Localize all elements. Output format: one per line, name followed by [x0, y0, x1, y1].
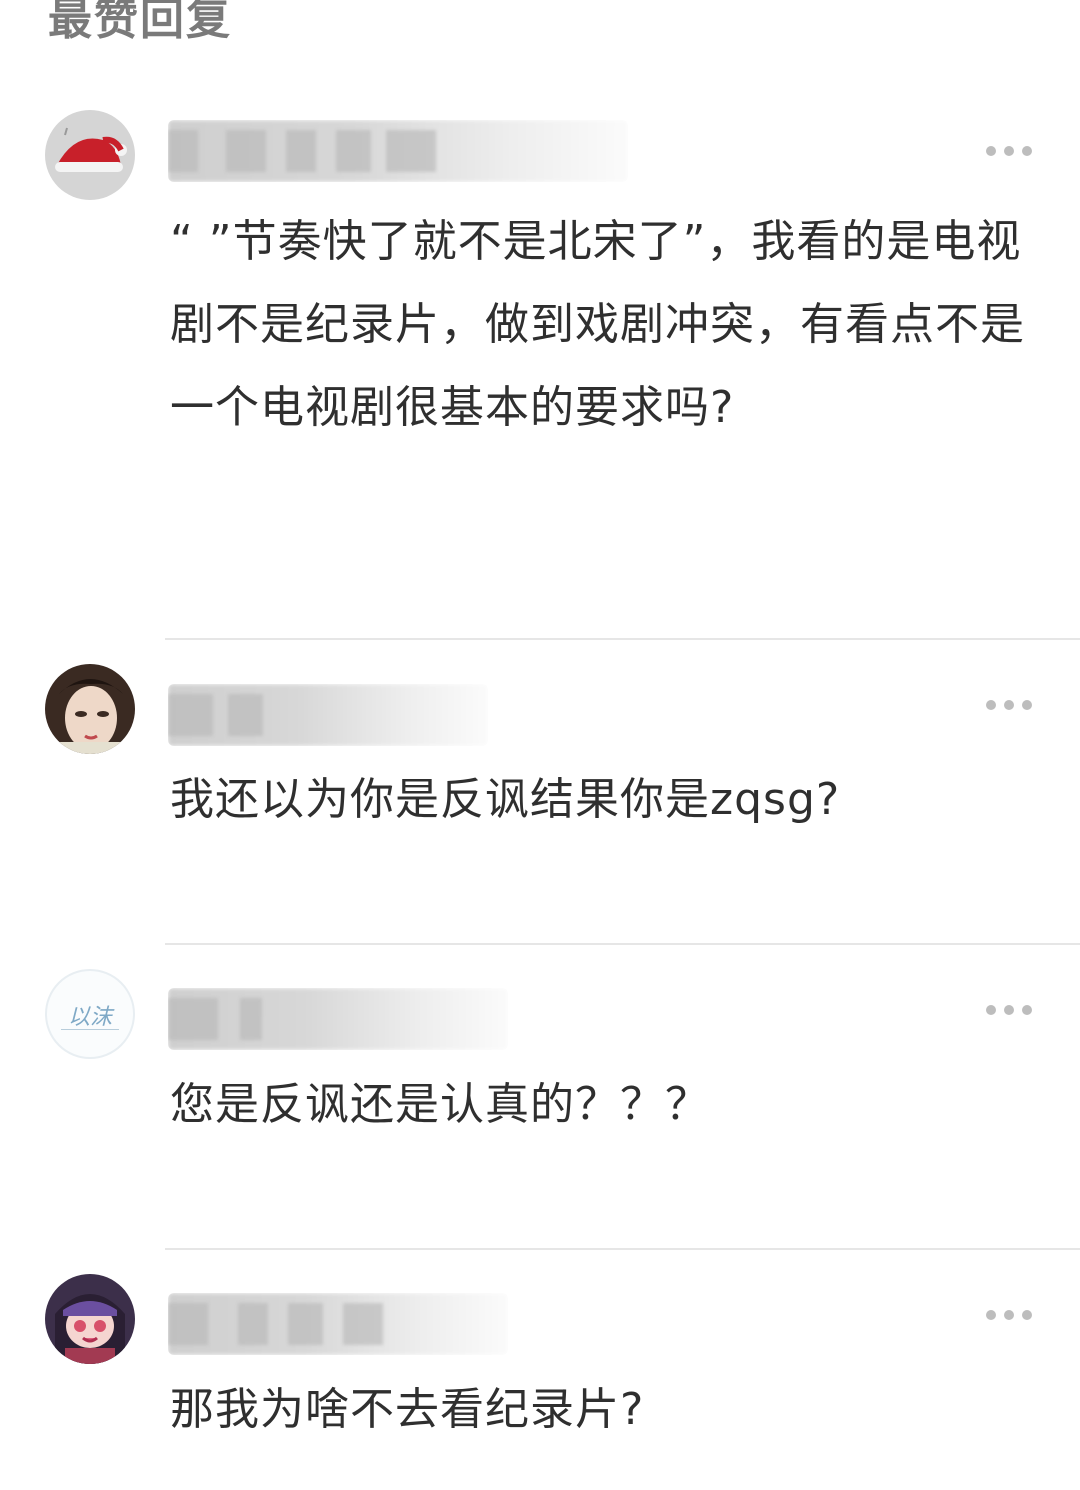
comment-text: 我还以为你是反讽结果你是zqsg?	[170, 774, 841, 825]
more-dots-icon[interactable]	[986, 1305, 1032, 1325]
username-blurred[interactable]	[168, 988, 508, 1050]
anime-girl-avatar[interactable]	[45, 1274, 135, 1364]
username-blurred[interactable]	[168, 684, 488, 746]
section-title: 最赞回复	[48, 0, 232, 45]
santa-hat-avatar[interactable]	[45, 110, 135, 200]
comment-text: 那我为啥不去看纪录片?	[170, 1384, 645, 1435]
avatar-text: 以沫	[67, 1005, 112, 1030]
calligraphy-avatar[interactable]: 以沫	[45, 969, 135, 1059]
comment-text: 您是反讽还是认真的？？？	[170, 1079, 710, 1130]
username-blurred[interactable]	[168, 120, 628, 182]
divider	[165, 1248, 1080, 1250]
more-dots-icon[interactable]	[986, 141, 1032, 161]
divider	[165, 638, 1080, 640]
comment-text: “ ”节奏快了就不是北宋了”，我看的是电视剧不是纪录片，做到戏剧冲突，有看点不是…	[170, 216, 1025, 433]
divider	[165, 943, 1080, 945]
opera-face-avatar[interactable]	[45, 664, 135, 754]
username-blurred[interactable]	[168, 1293, 508, 1355]
more-dots-icon[interactable]	[986, 1000, 1032, 1020]
more-dots-icon[interactable]	[986, 695, 1032, 715]
